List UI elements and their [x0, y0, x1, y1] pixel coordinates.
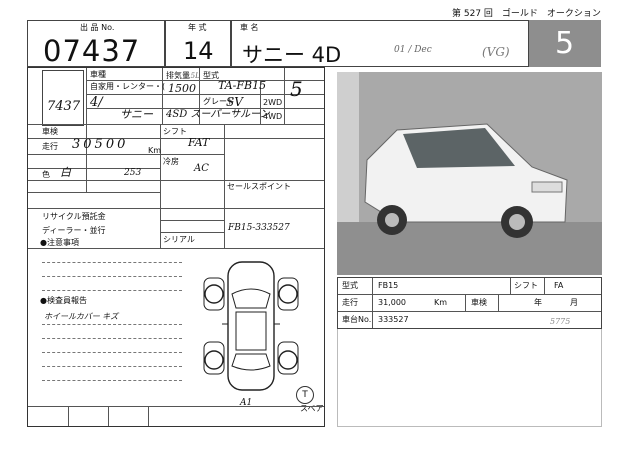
inspection-sheet: 7437 車種 自家用・レンター・( 排気量 1.5L 1500 型式 TA-F… [27, 67, 325, 427]
sales-point-label: セールスポイント [227, 182, 291, 191]
model-label: 型式 [342, 281, 358, 290]
recycle-label: リサイクル預託金 [42, 212, 106, 221]
ac-label: 冷房 [163, 157, 179, 166]
inspection-year: 年 [534, 298, 542, 307]
handwritten-grade-note: (VG) [482, 45, 510, 59]
drive-2wd: 2WD [263, 98, 283, 107]
car-name: サニー 4D [242, 43, 342, 67]
score-value: 5 [555, 26, 575, 61]
score-box: 5 [529, 20, 601, 67]
car-damage-diagram [203, 261, 299, 391]
chassis-note: 5775 [550, 317, 571, 326]
year-box: 年 式 14 [165, 20, 231, 67]
shift-label: シフト [514, 281, 538, 290]
handwritten-date: 01 / Dec [394, 45, 432, 55]
inspection-value: ホイールカバー キズ [44, 312, 119, 321]
shift-value: FAT [188, 136, 210, 149]
lot-label: 出 品 No. [80, 23, 115, 32]
grade-value: SV [226, 95, 243, 109]
chassis-label: 車台No. [342, 315, 372, 324]
chassis-value: 333527 [378, 315, 409, 324]
mileage-label: 走行 [42, 142, 58, 151]
doors-value: 4/ [90, 95, 103, 110]
color-label: 色 [42, 170, 50, 179]
car-photo [337, 72, 602, 275]
mileage-value: 30500 [72, 137, 129, 152]
blank-panel [337, 329, 602, 427]
car-photo-illustration [337, 72, 602, 275]
mileage-unit: Km [434, 298, 448, 307]
lot-number: 07437 [43, 34, 141, 68]
displacement-value: 1500 [168, 82, 196, 95]
grade-handwritten: 4SD スーパーサルーン [166, 109, 270, 120]
shift-label: シフト [163, 127, 187, 136]
color-code: 253 [124, 168, 142, 178]
body-label: 車検 [42, 127, 58, 136]
shift-value: FA [554, 281, 564, 290]
color-value: 白 [60, 166, 71, 179]
inspection-label: 車検 [471, 298, 487, 307]
auction-title: 第 527 回 ゴールド オークション [452, 9, 601, 19]
car-handwritten: サニー [120, 108, 153, 121]
stamp-box: 7437 [42, 70, 84, 126]
type-label: 車種 [90, 70, 106, 79]
mileage-value: 31,000 [378, 298, 406, 307]
serial-label: シリアル [163, 235, 195, 244]
use-label: 自家用・レンター・( [90, 82, 166, 91]
year-value: 14 [183, 37, 214, 65]
model-label: 型式 [203, 71, 219, 80]
ac-value: AC [194, 163, 209, 174]
inspection-label: ●検査員報告 [40, 296, 87, 305]
mileage-label: 走行 [342, 298, 358, 307]
stamp-number: 7437 [47, 99, 81, 114]
inspection-month: 月 [570, 298, 578, 307]
dealer-label: ディーラー・並行 [42, 226, 106, 235]
model-value: FB15 [378, 281, 399, 290]
serial-value: FB15-333527 [228, 223, 290, 233]
notes-label: ●注意事項 [40, 238, 79, 247]
displacement-top: 1.5L [184, 72, 200, 80]
car-name-label: 車 名 [240, 23, 259, 32]
score-handwritten: 5 [290, 77, 303, 101]
year-label: 年 式 [188, 23, 207, 32]
lot-number-box: 出 品 No. 07437 [27, 20, 165, 68]
vehicle-info-table: 型式 FB15 シフト FA 走行 31,000 Km 車検 年 月 車台No.… [337, 277, 602, 329]
model-value: TA-FB15 [218, 79, 267, 92]
diagram-mark-t: T [296, 386, 314, 404]
car-name-box: 車 名 サニー 4D 01 / Dec (VG) [231, 20, 529, 67]
mileage-unit: Km [148, 146, 162, 155]
